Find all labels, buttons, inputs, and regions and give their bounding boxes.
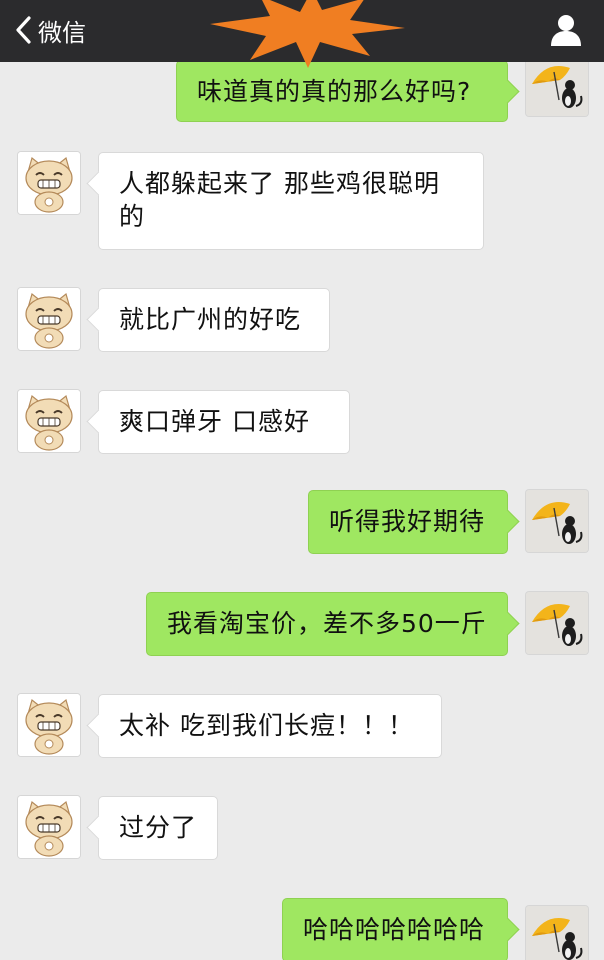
avatar-contact[interactable]	[18, 796, 80, 858]
message-text: 过分了	[119, 813, 198, 842]
avatar-self[interactable]	[526, 592, 588, 654]
avatar-contact[interactable]	[18, 288, 80, 350]
message-bubble-out[interactable]: 我看淘宝价，差不多50一斤	[146, 592, 508, 656]
back-button[interactable]: 微信	[14, 12, 86, 48]
umbrella-cat-avatar-image	[526, 906, 588, 960]
contact-button[interactable]	[548, 12, 584, 48]
message-bubble-in[interactable]: 爽口弹牙 口感好	[98, 390, 350, 454]
message-text: 爽口弹牙 口感好	[119, 407, 310, 436]
person-icon	[551, 15, 581, 46]
avatar-self[interactable]	[526, 906, 588, 960]
message-bubble-out[interactable]: 听得我好期待	[308, 490, 508, 554]
message-row: 我看淘宝价，差不多50一斤	[0, 592, 604, 658]
message-bubble-in[interactable]: 太补 吃到我们长痘！！！	[98, 694, 442, 758]
smiling-cat-avatar-image	[18, 288, 80, 350]
message-text: 我看淘宝价，差不多50一斤	[167, 609, 487, 638]
message-bubble-in[interactable]: 人都躲起来了 那些鸡很聪明的	[98, 152, 484, 250]
message-row: 过分了	[0, 796, 604, 862]
message-text: 哈哈哈哈哈哈哈	[303, 915, 486, 944]
nav-bar: 微信	[0, 0, 604, 68]
message-text: 人都躲起来了 那些鸡很聪明的	[119, 169, 440, 231]
message-text: 太补 吃到我们长痘！！！	[119, 711, 414, 740]
message-row: 哈哈哈哈哈哈哈	[0, 898, 604, 960]
message-row: 太补 吃到我们长痘！！！	[0, 694, 604, 760]
avatar-contact[interactable]	[18, 390, 80, 452]
avatar-contact[interactable]	[18, 694, 80, 756]
smiling-cat-avatar-image	[18, 152, 80, 214]
chat-screen: 微信 味道真的真的那么好吗? 人都躲起来了 那些鸡很聪明的 就比广州的好吃 爽口…	[0, 0, 604, 960]
smiling-cat-avatar-image	[18, 390, 80, 452]
smiling-cat-avatar-image	[18, 694, 80, 756]
redaction-starburst	[210, 0, 405, 68]
chevron-left-icon	[16, 16, 31, 44]
avatar-self[interactable]	[526, 490, 588, 552]
umbrella-cat-avatar-image	[526, 490, 588, 552]
smiling-cat-avatar-image	[18, 796, 80, 858]
message-bubble-out[interactable]: 味道真的真的那么好吗?	[176, 60, 508, 122]
message-text: 就比广州的好吃	[119, 305, 302, 334]
message-text: 味道真的真的那么好吗?	[197, 77, 472, 106]
message-bubble-in[interactable]: 就比广州的好吃	[98, 288, 330, 352]
umbrella-cat-avatar-image	[526, 54, 588, 116]
back-label: 微信	[38, 18, 86, 47]
message-row: 听得我好期待	[0, 490, 604, 556]
message-bubble-in[interactable]: 过分了	[98, 796, 218, 860]
message-row: 爽口弹牙 口感好	[0, 390, 604, 456]
message-row: 人都躲起来了 那些鸡很聪明的	[0, 152, 604, 252]
avatar-self[interactable]	[526, 54, 588, 116]
message-row: 就比广州的好吃	[0, 288, 604, 354]
message-bubble-out[interactable]: 哈哈哈哈哈哈哈	[282, 898, 508, 960]
umbrella-cat-avatar-image	[526, 592, 588, 654]
avatar-contact[interactable]	[18, 152, 80, 214]
message-text: 听得我好期待	[329, 507, 486, 536]
